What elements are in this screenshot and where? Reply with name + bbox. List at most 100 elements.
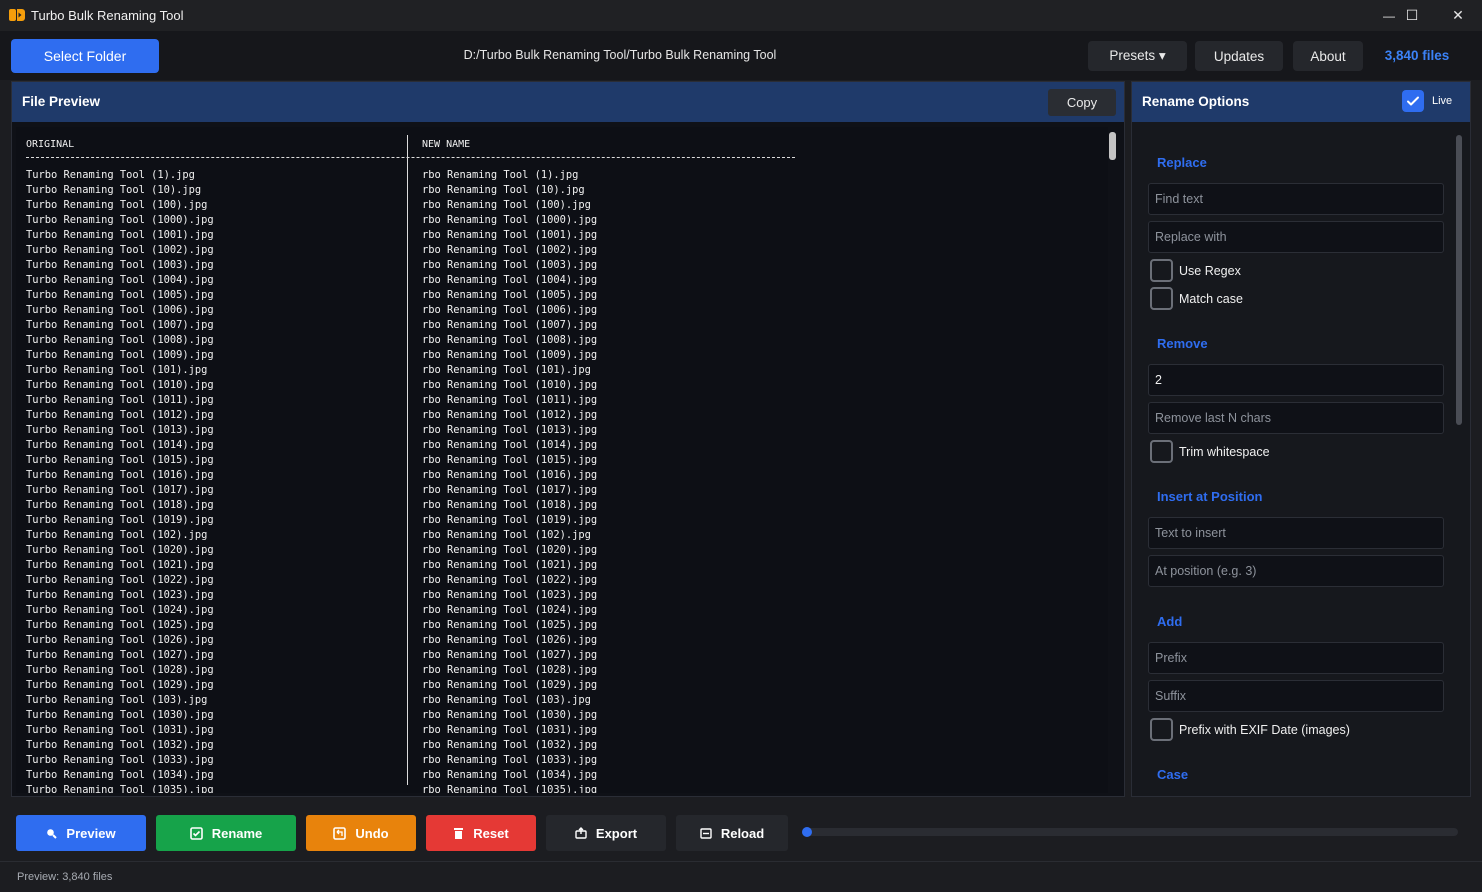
original-name-cell: Turbo Renaming Tool (1033).jpg <box>26 754 214 766</box>
new-name-cell: rbo Renaming Tool (1028).jpg <box>422 664 598 676</box>
original-name-cell: Turbo Renaming Tool (1012).jpg <box>26 409 214 421</box>
table-row: Turbo Renaming Tool (1017).jpg rbo Renami… <box>26 483 806 498</box>
select-folder-button[interactable]: Select Folder <box>11 39 159 73</box>
trash-icon <box>453 827 464 839</box>
status-bar: Preview: 3,840 files <box>0 861 1482 892</box>
column-header-new-name: NEW NAME <box>422 139 471 150</box>
table-row: Turbo Renaming Tool (1).jpg rbo Renaming … <box>26 168 806 183</box>
new-name-cell: rbo Renaming Tool (1027).jpg <box>422 649 598 661</box>
undo-button[interactable]: Undo <box>306 815 416 851</box>
table-row: Turbo Renaming Tool (1010).jpg rbo Renami… <box>26 378 806 393</box>
table-row: Turbo Renaming Tool (1014).jpg rbo Renami… <box>26 438 806 453</box>
original-name-cell: Turbo Renaming Tool (1005).jpg <box>26 289 214 301</box>
toolbar: Select Folder D:/Turbo Bulk Renaming Too… <box>0 31 1482 80</box>
presets-button[interactable]: Presets ▾ <box>1088 41 1187 71</box>
preview-button[interactable]: Preview <box>16 815 146 851</box>
table-row: Turbo Renaming Tool (1029).jpg rbo Renami… <box>26 678 806 693</box>
trim-whitespace-checkbox[interactable] <box>1150 440 1173 463</box>
new-name-cell: rbo Renaming Tool (1018).jpg <box>422 499 598 511</box>
original-name-cell: Turbo Renaming Tool (1006).jpg <box>26 304 214 316</box>
folder-path: D:/Turbo Bulk Renaming Tool/Turbo Bulk R… <box>463 48 777 62</box>
table-row: Turbo Renaming Tool (103).jpg rbo Renamin… <box>26 693 806 708</box>
table-row: Turbo Renaming Tool (1000).jpg rbo Renami… <box>26 213 806 228</box>
new-name-cell: rbo Renaming Tool (1001).jpg <box>422 229 598 241</box>
maximize-icon: ☐ <box>1405 7 1419 23</box>
copy-button[interactable]: Copy <box>1048 89 1116 116</box>
new-name-cell: rbo Renaming Tool (1000).jpg <box>422 214 598 226</box>
prefix-input[interactable]: Prefix <box>1148 642 1444 674</box>
use-regex-checkbox[interactable] <box>1150 259 1173 282</box>
magnifier-icon <box>46 828 58 839</box>
original-name-cell: Turbo Renaming Tool (101).jpg <box>26 364 208 376</box>
table-row: Turbo Renaming Tool (102).jpg rbo Renamin… <box>26 528 806 543</box>
undo-button-label: Undo <box>355 825 389 841</box>
original-name-cell: Turbo Renaming Tool (1018).jpg <box>26 499 214 511</box>
table-row: Turbo Renaming Tool (1033).jpg rbo Renami… <box>26 753 806 768</box>
updates-button[interactable]: Updates <box>1195 41 1283 71</box>
table-row: Turbo Renaming Tool (1018).jpg rbo Renami… <box>26 498 806 513</box>
table-row: Turbo Renaming Tool (1034).jpg rbo Renami… <box>26 768 806 783</box>
suffix-input[interactable]: Suffix <box>1148 680 1444 712</box>
table-row: Turbo Renaming Tool (1001).jpg rbo Renami… <box>26 228 806 243</box>
original-name-cell: Turbo Renaming Tool (1013).jpg <box>26 424 214 436</box>
preview-table[interactable]: ORIGINAL NEW NAME Turbo Renaming Tool (1… <box>16 127 1108 793</box>
export-button[interactable]: Export <box>546 815 666 851</box>
exif-date-checkbox[interactable] <box>1150 718 1173 741</box>
original-name-cell: Turbo Renaming Tool (10).jpg <box>26 184 202 196</box>
table-row: Turbo Renaming Tool (1002).jpg rbo Renami… <box>26 243 806 258</box>
new-name-cell: rbo Renaming Tool (1007).jpg <box>422 319 598 331</box>
new-name-cell: rbo Renaming Tool (1019).jpg <box>422 514 598 526</box>
text-to-insert-input[interactable]: Text to insert <box>1148 517 1444 549</box>
check-square-icon <box>189 826 203 840</box>
original-name-cell: Turbo Renaming Tool (1027).jpg <box>26 649 214 661</box>
new-name-cell: rbo Renaming Tool (1024).jpg <box>422 604 598 616</box>
table-row: Turbo Renaming Tool (1019).jpg rbo Renami… <box>26 513 806 528</box>
table-row: Turbo Renaming Tool (1025).jpg rbo Renami… <box>26 618 806 633</box>
rename-button[interactable]: Rename <box>156 815 296 851</box>
new-name-cell: rbo Renaming Tool (1009).jpg <box>422 349 598 361</box>
original-name-cell: Turbo Renaming Tool (1015).jpg <box>26 454 214 466</box>
insert-position-input[interactable]: At position (e.g. 3) <box>1148 555 1444 587</box>
new-name-cell: rbo Renaming Tool (1013).jpg <box>422 424 598 436</box>
reload-button[interactable]: Reload <box>676 815 788 851</box>
new-name-cell: rbo Renaming Tool (100).jpg <box>422 199 591 211</box>
original-name-cell: Turbo Renaming Tool (103).jpg <box>26 694 208 706</box>
about-button[interactable]: About <box>1293 41 1363 71</box>
reset-button[interactable]: Reset <box>426 815 536 851</box>
live-checkbox[interactable] <box>1402 90 1424 112</box>
progress-indicator <box>802 827 812 837</box>
status-text: Preview: 3,840 files <box>17 871 113 883</box>
replace-with-input[interactable]: Replace with <box>1148 221 1444 253</box>
file-preview-header: File Preview Copy <box>12 82 1124 122</box>
new-name-cell: rbo Renaming Tool (1).jpg <box>422 169 579 181</box>
match-case-checkbox[interactable] <box>1150 287 1173 310</box>
new-name-cell: rbo Renaming Tool (1017).jpg <box>422 484 598 496</box>
use-regex-label: Use Regex <box>1179 264 1241 278</box>
original-name-cell: Turbo Renaming Tool (102).jpg <box>26 529 208 541</box>
reload-icon <box>700 827 712 839</box>
live-label: Live <box>1432 95 1453 107</box>
find-text-input[interactable]: Find text <box>1148 183 1444 215</box>
preview-scrollbar[interactable] <box>1109 132 1116 160</box>
original-name-cell: Turbo Renaming Tool (1008).jpg <box>26 334 214 346</box>
new-name-cell: rbo Renaming Tool (1016).jpg <box>422 469 598 481</box>
maximize-button[interactable]: ☐ <box>1389 0 1435 31</box>
remove-first-n-input[interactable]: 2 <box>1148 364 1444 396</box>
original-name-cell: Turbo Renaming Tool (1032).jpg <box>26 739 214 751</box>
preview-button-label: Preview <box>66 825 116 841</box>
table-row: Turbo Renaming Tool (1021).jpg rbo Renami… <box>26 558 806 573</box>
new-name-cell: rbo Renaming Tool (102).jpg <box>422 529 591 541</box>
original-name-cell: Turbo Renaming Tool (1021).jpg <box>26 559 214 571</box>
close-button[interactable]: ✕ <box>1435 0 1481 31</box>
remove-last-n-input[interactable]: Remove last N chars <box>1148 402 1444 434</box>
original-name-cell: Turbo Renaming Tool (1009).jpg <box>26 349 214 361</box>
title-bar: Turbo Bulk Renaming Tool — ☐ ✕ <box>0 0 1482 31</box>
new-name-cell: rbo Renaming Tool (1021).jpg <box>422 559 598 571</box>
original-name-cell: Turbo Renaming Tool (1020).jpg <box>26 544 214 556</box>
original-name-cell: Turbo Renaming Tool (1024).jpg <box>26 604 214 616</box>
new-name-cell: rbo Renaming Tool (101).jpg <box>422 364 591 376</box>
table-row: Turbo Renaming Tool (1006).jpg rbo Renami… <box>26 303 806 318</box>
insert-heading: Insert at Position <box>1157 489 1263 504</box>
options-scrollbar[interactable] <box>1456 135 1462 425</box>
app-logo-icon <box>9 8 25 22</box>
